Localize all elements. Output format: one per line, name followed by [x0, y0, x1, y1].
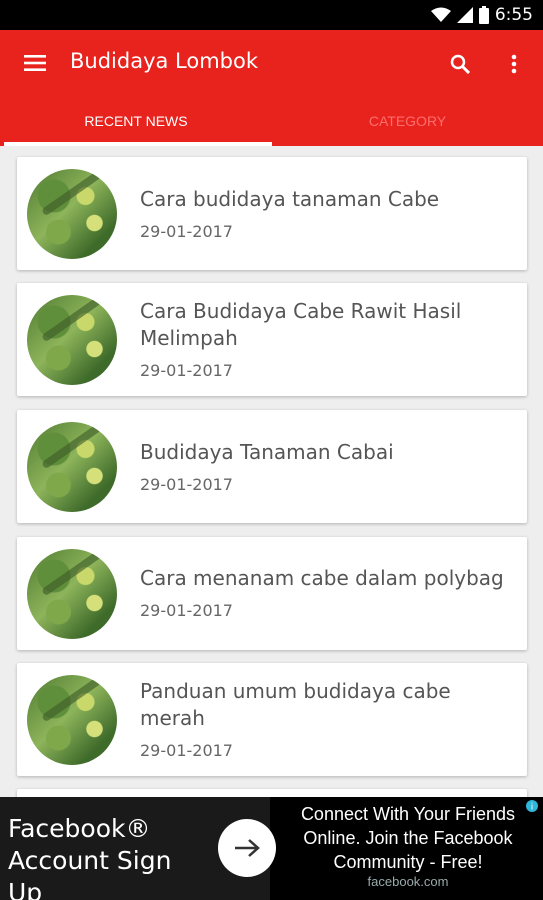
- article-card[interactable]: Cara budidaya tanaman Cabe 29-01-2017: [17, 157, 527, 270]
- wifi-icon: [430, 7, 451, 22]
- article-title: Budidaya Tanaman Cabai: [140, 440, 394, 464]
- article-card[interactable]: Panduan umum budidaya cabe merah 29-01-2…: [17, 663, 527, 776]
- arrow-right-icon: [235, 839, 260, 857]
- article-thumbnail: [27, 295, 117, 385]
- ad-banner[interactable]: Facebook® Account Sign Up Connect With Y…: [0, 797, 543, 900]
- more-vert-icon: [511, 54, 517, 74]
- article-date: 29-01-2017: [140, 222, 233, 241]
- article-card[interactable]: Cara menanam cabe dalam polybag 29-01-20…: [17, 537, 527, 650]
- ad-domain: facebook.com: [367, 874, 449, 889]
- status-bar: 6:55: [0, 0, 543, 30]
- tab-indicator: [4, 142, 272, 146]
- article-title: Cara budidaya tanaman Cabe: [140, 187, 440, 211]
- menu-button[interactable]: [18, 48, 52, 78]
- ad-body-text: Connect With Your Friends Online. Join t…: [300, 804, 516, 872]
- article-title: Panduan umum budidaya cabe merah: [140, 679, 451, 730]
- app-title: Budidaya Lombok: [70, 49, 259, 73]
- article-thumbnail: [27, 422, 117, 512]
- article-date: 29-01-2017: [140, 601, 233, 620]
- article-date: 29-01-2017: [140, 361, 233, 380]
- tab-recent-news[interactable]: RECENT NEWS: [0, 96, 272, 146]
- article-thumbnail: [27, 675, 117, 765]
- search-icon: [450, 54, 470, 74]
- article-title: Cara Budidaya Cabe Rawit Hasil Melimpah: [140, 299, 462, 350]
- menu-icon: [24, 55, 46, 71]
- status-icons: 6:55: [430, 5, 533, 25]
- article-thumbnail: [27, 549, 117, 639]
- tab-category[interactable]: CATEGORY: [272, 96, 543, 146]
- battery-icon: [478, 6, 489, 24]
- ad-headline: Facebook® Account Sign Up: [8, 814, 172, 900]
- svg-text:i: i: [531, 803, 534, 813]
- signal-icon: [456, 7, 473, 23]
- app-bar: Budidaya Lombok RECENT NEWS CATEGORY: [0, 30, 543, 146]
- article-date: 29-01-2017: [140, 475, 233, 494]
- more-options-button[interactable]: [500, 48, 528, 80]
- article-date: 29-01-2017: [140, 741, 233, 760]
- ad-choices-icon[interactable]: i: [525, 799, 539, 813]
- article-title: Cara menanam cabe dalam polybag: [140, 566, 504, 590]
- article-thumbnail: [27, 169, 117, 259]
- article-card[interactable]: Budidaya Tanaman Cabai 29-01-2017: [17, 410, 527, 523]
- search-button[interactable]: [444, 48, 476, 80]
- status-time: 6:55: [494, 5, 533, 25]
- article-card[interactable]: Cara Budidaya Cabe Rawit Hasil Melimpah …: [17, 283, 527, 396]
- ad-arrow-button[interactable]: [218, 819, 276, 877]
